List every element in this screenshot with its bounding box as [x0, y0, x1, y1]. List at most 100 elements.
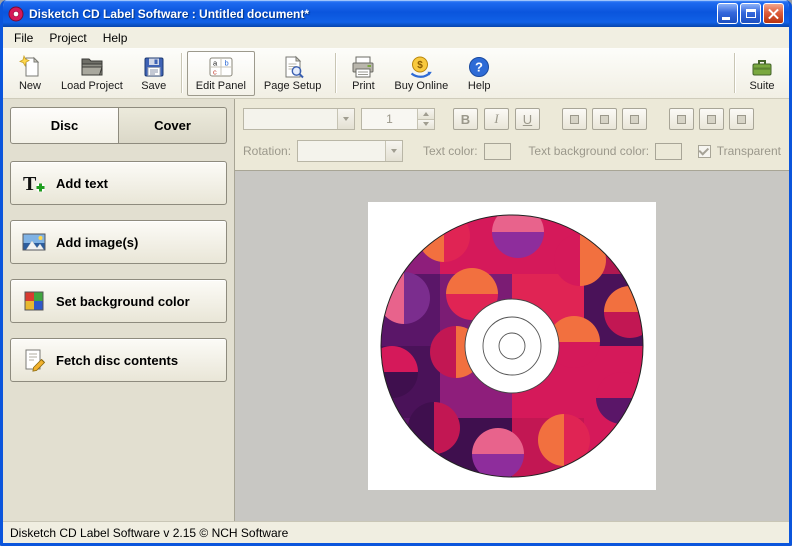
- checkmark-icon: [698, 144, 710, 156]
- app-window: Disketch CD Label Software : Untitled do…: [0, 0, 792, 546]
- print-label: Print: [352, 79, 375, 92]
- save-label: Save: [141, 79, 167, 92]
- suite-label: Suite: [749, 79, 775, 92]
- disc-hole: [498, 332, 526, 360]
- underline-label: U: [522, 111, 533, 127]
- new-button[interactable]: New: [8, 51, 52, 96]
- load-project-button[interactable]: Load Project: [52, 51, 132, 96]
- titlebar[interactable]: Disketch CD Label Software : Untitled do…: [3, 0, 789, 27]
- suite-button[interactable]: Suite: [740, 51, 784, 96]
- fetch-disc-contents-label: Fetch disc contents: [56, 352, 179, 368]
- close-button[interactable]: [763, 3, 784, 24]
- align-bottom-left-button[interactable]: [669, 108, 694, 130]
- chevron-down-icon: [343, 117, 349, 121]
- disc-preview[interactable]: [368, 202, 656, 490]
- spinner-down-button[interactable]: [418, 118, 434, 129]
- svg-text:c: c: [213, 67, 217, 76]
- align-top-center-button[interactable]: [592, 108, 617, 130]
- svg-text:$: $: [418, 60, 424, 71]
- close-icon: [768, 8, 779, 19]
- spinner-up-button[interactable]: [418, 109, 434, 119]
- menu-file[interactable]: File: [6, 29, 41, 47]
- align-bottom-right-button[interactable]: [729, 108, 754, 130]
- align-square-icon: [600, 114, 609, 124]
- tab-cover[interactable]: Cover: [119, 107, 227, 144]
- align-square-icon: [570, 114, 579, 124]
- edit-panel-label: Edit Panel: [195, 79, 246, 92]
- buy-online-icon: $: [411, 56, 433, 78]
- align-top-left-button[interactable]: [562, 108, 587, 130]
- chevron-down-icon: [423, 122, 429, 127]
- font-family-combo[interactable]: [243, 108, 355, 130]
- format-row-2: Rotation: Text color: Text background co…: [243, 139, 781, 163]
- tab-disc-label: Disc: [50, 118, 79, 133]
- sidebar-tabs: Disc Cover: [10, 107, 227, 144]
- svg-text:T: T: [23, 173, 37, 195]
- add-text-button[interactable]: T Add text: [10, 161, 227, 205]
- edit-panel-icon: a b c: [209, 57, 233, 76]
- align-square-icon: [630, 114, 639, 124]
- align-group-bottom: [669, 108, 754, 130]
- align-square-icon: [707, 114, 716, 124]
- combo-dropdown-button[interactable]: [384, 141, 402, 161]
- tab-disc[interactable]: Disc: [10, 107, 119, 144]
- design-canvas[interactable]: [235, 170, 789, 521]
- menu-project[interactable]: Project: [41, 29, 94, 47]
- page-setup-label: Page Setup: [263, 79, 322, 92]
- align-group-top: [562, 108, 647, 130]
- combo-dropdown-button[interactable]: [337, 109, 354, 129]
- underline-button[interactable]: U: [515, 108, 540, 130]
- label-page[interactable]: [368, 202, 656, 490]
- buy-online-button[interactable]: $ Buy Online: [385, 51, 457, 96]
- text-background-color-label: Text background color:: [528, 144, 650, 158]
- chevron-down-icon: [390, 149, 397, 153]
- align-top-right-button[interactable]: [622, 108, 647, 130]
- page-setup-icon: [285, 55, 304, 78]
- add-text-label: Add text: [56, 175, 108, 191]
- statusbar: Disketch CD Label Software v 2.15 © NCH …: [3, 521, 789, 543]
- svg-text:b: b: [224, 58, 228, 67]
- align-bottom-center-button[interactable]: [699, 108, 724, 130]
- status-text: Disketch CD Label Software v 2.15 © NCH …: [10, 525, 289, 540]
- print-icon: [352, 56, 374, 77]
- bold-button[interactable]: B: [453, 108, 478, 130]
- menu-help[interactable]: Help: [95, 29, 136, 47]
- set-background-color-button[interactable]: Set background color: [10, 279, 227, 323]
- toolbar-separator: [734, 53, 735, 93]
- italic-button[interactable]: I: [484, 108, 509, 130]
- text-color-label: Text color:: [422, 144, 478, 158]
- align-square-icon: [677, 114, 686, 124]
- toolbar-separator: [335, 53, 337, 93]
- save-icon: [144, 57, 164, 76]
- spinner-buttons: [417, 109, 434, 129]
- maximize-button[interactable]: [740, 3, 761, 24]
- text-color-swatch[interactable]: [483, 142, 511, 160]
- set-background-color-label: Set background color: [56, 293, 190, 309]
- edit-panel-button[interactable]: a b c Edit Panel: [186, 50, 255, 96]
- fetch-contents-icon: [25, 349, 46, 372]
- background-color-icon: [24, 291, 44, 311]
- align-square-icon: [737, 114, 746, 124]
- suite-icon: [752, 59, 772, 75]
- menubar: File Project Help: [3, 27, 789, 48]
- add-image-icon: [22, 233, 46, 251]
- help-label: Help: [467, 79, 491, 92]
- new-label: New: [18, 79, 41, 92]
- add-images-button[interactable]: Add image(s): [10, 220, 227, 264]
- tab-cover-label: Cover: [154, 118, 191, 133]
- print-button[interactable]: Print: [341, 51, 385, 96]
- font-size-value: 1: [386, 112, 393, 126]
- load-project-icon: [81, 58, 103, 75]
- help-button[interactable]: ? Help: [457, 51, 501, 96]
- transparent-label: Transparent: [716, 144, 781, 158]
- content-area: Disc Cover T Add text Add image(s) Set b…: [3, 99, 789, 521]
- transparent-checkbox[interactable]: [698, 144, 711, 158]
- text-background-color-swatch[interactable]: [655, 142, 683, 160]
- font-size-spinner[interactable]: 1: [361, 108, 435, 130]
- add-text-icon: T: [23, 173, 45, 195]
- rotation-combo[interactable]: [297, 140, 403, 162]
- fetch-disc-contents-button[interactable]: Fetch disc contents: [10, 338, 227, 382]
- page-setup-button[interactable]: Page Setup: [255, 51, 331, 96]
- save-button[interactable]: Save: [132, 51, 176, 96]
- minimize-button[interactable]: [717, 3, 738, 24]
